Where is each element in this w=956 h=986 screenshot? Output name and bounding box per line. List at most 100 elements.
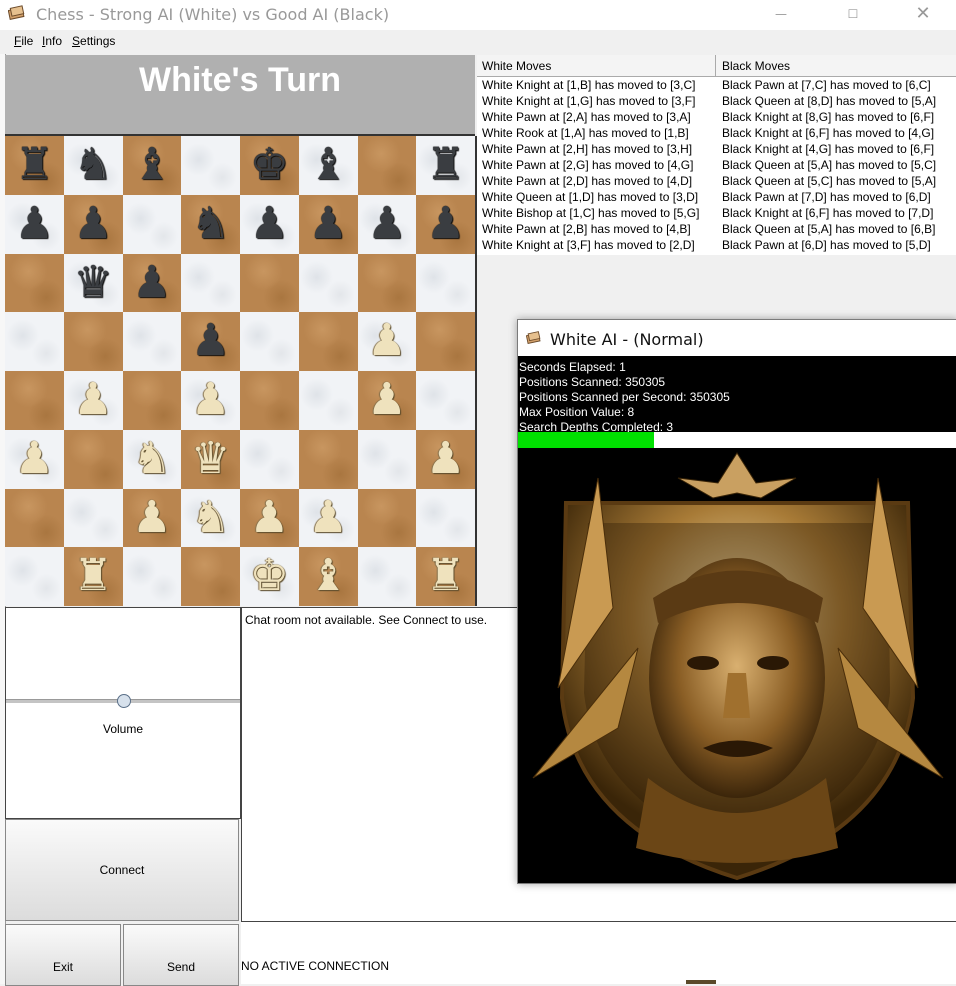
- board-square-e5[interactable]: [240, 312, 299, 371]
- move-row[interactable]: White Pawn at [2,A] has moved to [3,A] Bl…: [477, 109, 956, 125]
- board-square-b2[interactable]: [63, 488, 123, 548]
- move-row[interactable]: White Knight at [1,B] has moved to [3,C]…: [477, 77, 956, 93]
- board-square-e2[interactable]: ♟: [240, 488, 299, 548]
- board-square-f2[interactable]: ♟: [298, 488, 358, 548]
- board-square-c6[interactable]: ♟: [122, 253, 182, 313]
- black-pawn-icon[interactable]: ♟: [64, 195, 123, 254]
- black-rook-icon[interactable]: ♜: [416, 136, 475, 195]
- white-pawn-icon[interactable]: ♟: [5, 430, 64, 489]
- white-knight-icon[interactable]: ♞: [181, 489, 240, 548]
- move-row[interactable]: White Pawn at [2,B] has moved to [4,B] Bl…: [477, 221, 956, 237]
- board-square-g5[interactable]: ♟: [357, 312, 417, 371]
- white-pawn-icon[interactable]: ♟: [240, 489, 299, 548]
- board-square-e1[interactable]: ♚: [240, 547, 299, 606]
- menu-info[interactable]: Info: [42, 34, 62, 48]
- move-row[interactable]: White Pawn at [2,G] has moved to [4,G] Bl…: [477, 157, 956, 173]
- board-square-g6[interactable]: [357, 253, 417, 313]
- board-square-b6[interactable]: ♛: [63, 253, 123, 313]
- board-square-a3[interactable]: ♟: [5, 429, 64, 489]
- white-rook-icon[interactable]: ♜: [64, 547, 123, 606]
- board-square-d4[interactable]: ♟: [181, 371, 240, 430]
- white-queen-icon[interactable]: ♛: [181, 430, 240, 489]
- move-row[interactable]: White Knight at [3,F] has moved to [2,D]…: [477, 237, 956, 253]
- board-square-h1[interactable]: ♜: [416, 547, 475, 606]
- board-square-h2[interactable]: [416, 488, 475, 548]
- board-square-h5[interactable]: [416, 312, 475, 371]
- board-square-d5[interactable]: ♟: [181, 312, 240, 371]
- black-pawn-icon[interactable]: ♟: [416, 195, 475, 254]
- column-divider[interactable]: [715, 55, 716, 76]
- board-square-a5[interactable]: [5, 312, 64, 371]
- board-square-b8[interactable]: ♞: [63, 136, 123, 195]
- board-square-g8[interactable]: [357, 136, 417, 195]
- board-square-c2[interactable]: ♟: [122, 488, 182, 548]
- board-square-b3[interactable]: [63, 429, 123, 489]
- white-pawn-icon[interactable]: ♟: [123, 489, 182, 548]
- board-square-h6[interactable]: [416, 253, 475, 313]
- board-square-a2[interactable]: [5, 488, 64, 548]
- black-bishop-icon[interactable]: ♝: [123, 136, 182, 195]
- board-square-c4[interactable]: [122, 371, 182, 430]
- move-row[interactable]: White Rook at [1,A] has moved to [1,B] Bl…: [477, 125, 956, 141]
- white-knight-icon[interactable]: ♞: [123, 430, 182, 489]
- board-square-e8[interactable]: ♚: [240, 136, 299, 195]
- board-square-a1[interactable]: [5, 547, 64, 606]
- board-square-d1[interactable]: [181, 547, 240, 606]
- move-row[interactable]: White Queen at [1,D] has moved to [3,D] B…: [477, 189, 956, 205]
- board-square-e3[interactable]: [240, 429, 299, 489]
- black-pawn-icon[interactable]: ♟: [240, 195, 299, 254]
- board-square-e7[interactable]: ♟: [240, 194, 299, 254]
- black-moves-header[interactable]: Black Moves: [722, 59, 790, 73]
- black-pawn-icon[interactable]: ♟: [5, 195, 64, 254]
- board-square-d3[interactable]: ♛: [181, 429, 240, 489]
- board-square-f1[interactable]: ♝: [298, 547, 358, 606]
- white-king-icon[interactable]: ♚: [240, 547, 299, 606]
- maximize-button[interactable]: ☐: [830, 0, 876, 30]
- board-square-g7[interactable]: ♟: [357, 194, 417, 254]
- board-square-a8[interactable]: ♜: [5, 136, 64, 195]
- black-rook-icon[interactable]: ♜: [5, 136, 64, 195]
- ai-window-title-bar[interactable]: White AI - (Normal): [518, 320, 956, 356]
- board-square-c5[interactable]: [122, 312, 182, 371]
- board-square-c1[interactable]: [122, 547, 182, 606]
- board-square-e4[interactable]: [240, 371, 299, 430]
- board-square-g3[interactable]: [357, 429, 417, 489]
- board-square-f4[interactable]: [298, 371, 358, 430]
- move-row[interactable]: White Pawn at [2,H] has moved to [3,H] Bl…: [477, 141, 956, 157]
- board-square-g4[interactable]: ♟: [357, 371, 417, 430]
- move-row[interactable]: White Bishop at [1,C] has moved to [5,G]…: [477, 205, 956, 221]
- board-square-c7[interactable]: [122, 194, 182, 254]
- send-button[interactable]: Send: [123, 924, 239, 986]
- black-knight-icon[interactable]: ♞: [181, 195, 240, 254]
- board-square-d7[interactable]: ♞: [181, 194, 240, 254]
- board-square-b1[interactable]: ♜: [63, 547, 123, 606]
- board-square-c8[interactable]: ♝: [122, 136, 182, 195]
- black-pawn-icon[interactable]: ♟: [299, 195, 358, 254]
- black-bishop-icon[interactable]: ♝: [299, 136, 358, 195]
- connect-button[interactable]: Connect: [5, 819, 239, 921]
- close-button[interactable]: ✕: [900, 0, 946, 30]
- board-square-a7[interactable]: ♟: [5, 194, 64, 254]
- black-pawn-icon[interactable]: ♟: [123, 254, 182, 313]
- white-moves-header[interactable]: White Moves: [482, 59, 551, 73]
- board-square-b7[interactable]: ♟: [63, 194, 123, 254]
- white-pawn-icon[interactable]: ♟: [358, 312, 417, 371]
- board-square-f6[interactable]: [298, 253, 358, 313]
- board-square-d2[interactable]: ♞: [181, 488, 240, 548]
- white-pawn-icon[interactable]: ♟: [181, 371, 240, 430]
- board-square-b5[interactable]: [63, 312, 123, 371]
- board-square-h3[interactable]: ♟: [416, 429, 475, 489]
- black-pawn-icon[interactable]: ♟: [358, 195, 417, 254]
- board-square-f7[interactable]: ♟: [298, 194, 358, 254]
- board-square-d8[interactable]: [181, 136, 240, 195]
- exit-button[interactable]: Exit: [5, 924, 121, 986]
- board-square-h8[interactable]: ♜: [416, 136, 475, 195]
- board-square-f5[interactable]: [298, 312, 358, 371]
- board-square-d6[interactable]: [181, 253, 240, 313]
- board-square-a6[interactable]: [5, 253, 64, 313]
- board-square-g1[interactable]: [357, 547, 417, 606]
- status-area[interactable]: NO ACTIVE CONNECTION: [241, 922, 956, 984]
- board-square-h7[interactable]: ♟: [416, 194, 475, 254]
- move-row[interactable]: White Pawn at [2,D] has moved to [4,D] Bl…: [477, 173, 956, 189]
- black-queen-icon[interactable]: ♛: [64, 254, 123, 313]
